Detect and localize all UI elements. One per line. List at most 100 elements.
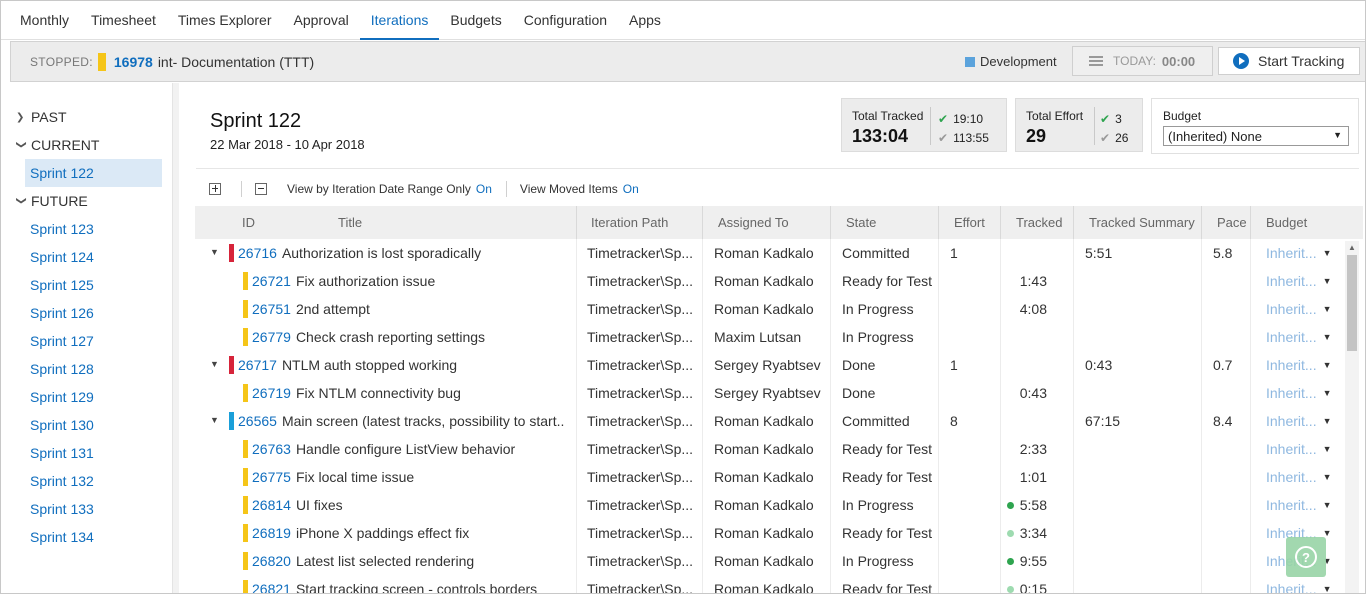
tab-timesheet[interactable]: Timesheet <box>80 1 167 39</box>
work-item-id-link[interactable]: 26565 <box>238 413 277 429</box>
current-item-id-link[interactable]: 16978 <box>114 54 153 70</box>
work-item-id-link[interactable]: 26763 <box>252 441 291 457</box>
work-item-id-link[interactable]: 26717 <box>238 357 277 373</box>
table-row[interactable]: 26819 iPhone X paddings effect fix Timetra… <box>195 519 1363 547</box>
budget-link[interactable]: Inherit... <box>1266 245 1317 261</box>
work-item-id-link[interactable]: 26779 <box>252 329 291 345</box>
sidebar-group-past[interactable]: ❯ PAST <box>10 103 172 131</box>
work-item-id-link[interactable]: 26819 <box>252 525 291 541</box>
table-row[interactable]: 26775 Fix local time issue Timetracker\Sp.… <box>195 463 1363 491</box>
help-button[interactable]: ? <box>1286 537 1326 577</box>
budget-cell[interactable]: Inherit... ▼ <box>1266 295 1356 323</box>
sidebar-item-sprint-124[interactable]: Sprint 124 <box>10 243 172 271</box>
sidebar-item-sprint-130[interactable]: Sprint 130 <box>10 411 172 439</box>
budget-cell[interactable]: Inherit... ▼ <box>1266 435 1356 463</box>
tab-configuration[interactable]: Configuration <box>513 1 618 39</box>
budget-link[interactable]: Inherit... <box>1266 329 1317 345</box>
dropdown-arrow-icon[interactable]: ▼ <box>1323 444 1332 454</box>
budget-link[interactable]: Inherit... <box>1266 469 1317 485</box>
grid-scrollbar[interactable]: ▲ <box>1345 241 1359 593</box>
sidebar-item-sprint-122[interactable]: Sprint 122 <box>25 159 162 187</box>
budget-link[interactable]: Inherit... <box>1266 497 1317 513</box>
budget-link[interactable]: Inherit... <box>1266 441 1317 457</box>
table-row[interactable]: 26814 UI fixes Timetracker\Sp... Roman Kadk… <box>195 491 1363 519</box>
column-header-tracked[interactable]: Tracked <box>1016 206 1062 239</box>
work-item-id-link[interactable]: 26821 <box>252 581 291 593</box>
column-header-id[interactable]: ID <box>242 206 255 239</box>
collapse-caret-icon[interactable]: ▼ <box>210 247 219 257</box>
collapse-all-icon[interactable] <box>255 183 267 195</box>
sidebar-item-sprint-125[interactable]: Sprint 125 <box>10 271 172 299</box>
column-header-iteration-path[interactable]: Iteration Path <box>591 206 668 239</box>
sidebar-item-sprint-126[interactable]: Sprint 126 <box>10 299 172 327</box>
sidebar-item-sprint-123[interactable]: Sprint 123 <box>10 215 172 243</box>
table-row[interactable]: ▼ 26565 Main screen (latest tracks, possib… <box>195 407 1363 435</box>
dropdown-arrow-icon[interactable]: ▼ <box>1323 360 1332 370</box>
budget-cell[interactable]: Inherit... ▼ <box>1266 379 1356 407</box>
tab-iterations[interactable]: Iterations <box>359 1 440 40</box>
budget-link[interactable]: Inherit... <box>1266 581 1317 593</box>
sidebar-item-sprint-134[interactable]: Sprint 134 <box>10 523 172 551</box>
scrollbar-thumb[interactable] <box>1347 255 1357 351</box>
table-row[interactable]: 26821 Start tracking screen - controls bo… <box>195 575 1363 593</box>
today-summary-button[interactable]: TODAY: 00:00 <box>1072 46 1213 76</box>
sidebar-item-sprint-128[interactable]: Sprint 128 <box>10 355 172 383</box>
column-header-pace[interactable]: Pace <box>1217 206 1247 239</box>
dropdown-arrow-icon[interactable]: ▼ <box>1323 416 1332 426</box>
column-header-budget[interactable]: Budget <box>1266 206 1307 239</box>
tab-apps[interactable]: Apps <box>618 1 672 39</box>
dropdown-arrow-icon[interactable]: ▼ <box>1323 332 1332 342</box>
dropdown-arrow-icon[interactable]: ▼ <box>1323 388 1332 398</box>
table-row[interactable]: 26820 Latest list selected rendering Timet… <box>195 547 1363 575</box>
sidebar-item-sprint-127[interactable]: Sprint 127 <box>10 327 172 355</box>
table-row[interactable]: 26779 Check crash reporting settings Timet… <box>195 323 1363 351</box>
budget-cell[interactable]: Inherit... ▼ <box>1266 575 1356 593</box>
sidebar-item-sprint-132[interactable]: Sprint 132 <box>10 467 172 495</box>
budget-link[interactable]: Inherit... <box>1266 273 1317 289</box>
table-row[interactable]: 26763 Handle configure ListView behavior T… <box>195 435 1363 463</box>
collapse-caret-icon[interactable]: ▼ <box>210 415 219 425</box>
sidebar-item-sprint-129[interactable]: Sprint 129 <box>10 383 172 411</box>
work-item-id-link[interactable]: 26719 <box>252 385 291 401</box>
tab-budgets[interactable]: Budgets <box>439 1 512 39</box>
dropdown-arrow-icon[interactable]: ▼ <box>1323 472 1332 482</box>
sidebar-group-current[interactable]: ❯ CURRENT <box>10 131 172 159</box>
budget-cell[interactable]: Inherit... ▼ <box>1266 351 1356 379</box>
table-row[interactable]: ▼ 26717 NTLM auth stopped working Timetrack… <box>195 351 1363 379</box>
budget-link[interactable]: Inherit... <box>1266 413 1317 429</box>
start-tracking-button[interactable]: Start Tracking <box>1218 47 1360 75</box>
work-item-id-link[interactable]: 26716 <box>238 245 277 261</box>
sidebar-group-future[interactable]: ❯ FUTURE <box>10 187 172 215</box>
view-range-toggle[interactable]: On <box>476 182 492 196</box>
dropdown-arrow-icon[interactable]: ▼ <box>1323 248 1332 258</box>
budget-select[interactable]: (Inherited) None ▼ <box>1163 126 1349 146</box>
table-row[interactable]: 26751 2nd attempt Timetracker\Sp... Roman K… <box>195 295 1363 323</box>
budget-cell[interactable]: Inherit... ▼ <box>1266 239 1356 267</box>
budget-cell[interactable]: Inherit... ▼ <box>1266 491 1356 519</box>
sidebar-item-sprint-131[interactable]: Sprint 131 <box>10 439 172 467</box>
collapse-caret-icon[interactable]: ▼ <box>210 359 219 369</box>
table-row[interactable]: 26721 Fix authorization issue Timetracker\… <box>195 267 1363 295</box>
tab-monthly[interactable]: Monthly <box>9 1 80 39</box>
budget-link[interactable]: Inherit... <box>1266 301 1317 317</box>
work-item-id-link[interactable]: 26721 <box>252 273 291 289</box>
table-row[interactable]: ▼ 26716 Authorization is lost sporadically… <box>195 239 1363 267</box>
work-item-id-link[interactable]: 26814 <box>252 497 291 513</box>
sidebar-item-sprint-133[interactable]: Sprint 133 <box>10 495 172 523</box>
column-header-assigned-to[interactable]: Assigned To <box>718 206 789 239</box>
dropdown-arrow-icon[interactable]: ▼ <box>1323 584 1332 593</box>
work-item-id-link[interactable]: 26751 <box>252 301 291 317</box>
column-header-state[interactable]: State <box>846 206 876 239</box>
budget-cell[interactable]: Inherit... ▼ <box>1266 463 1356 491</box>
view-moved-toggle[interactable]: On <box>623 182 639 196</box>
dropdown-arrow-icon[interactable]: ▼ <box>1323 500 1332 510</box>
budget-link[interactable]: Inherit... <box>1266 357 1317 373</box>
column-header-title[interactable]: Title <box>338 206 362 239</box>
work-item-id-link[interactable]: 26820 <box>252 553 291 569</box>
column-header-tracked-summary[interactable]: Tracked Summary <box>1089 206 1195 239</box>
tab-approval[interactable]: Approval <box>283 1 360 39</box>
work-item-id-link[interactable]: 26775 <box>252 469 291 485</box>
budget-cell[interactable]: Inherit... ▼ <box>1266 323 1356 351</box>
expand-all-icon[interactable] <box>209 183 221 195</box>
tab-times-explorer[interactable]: Times Explorer <box>167 1 283 39</box>
